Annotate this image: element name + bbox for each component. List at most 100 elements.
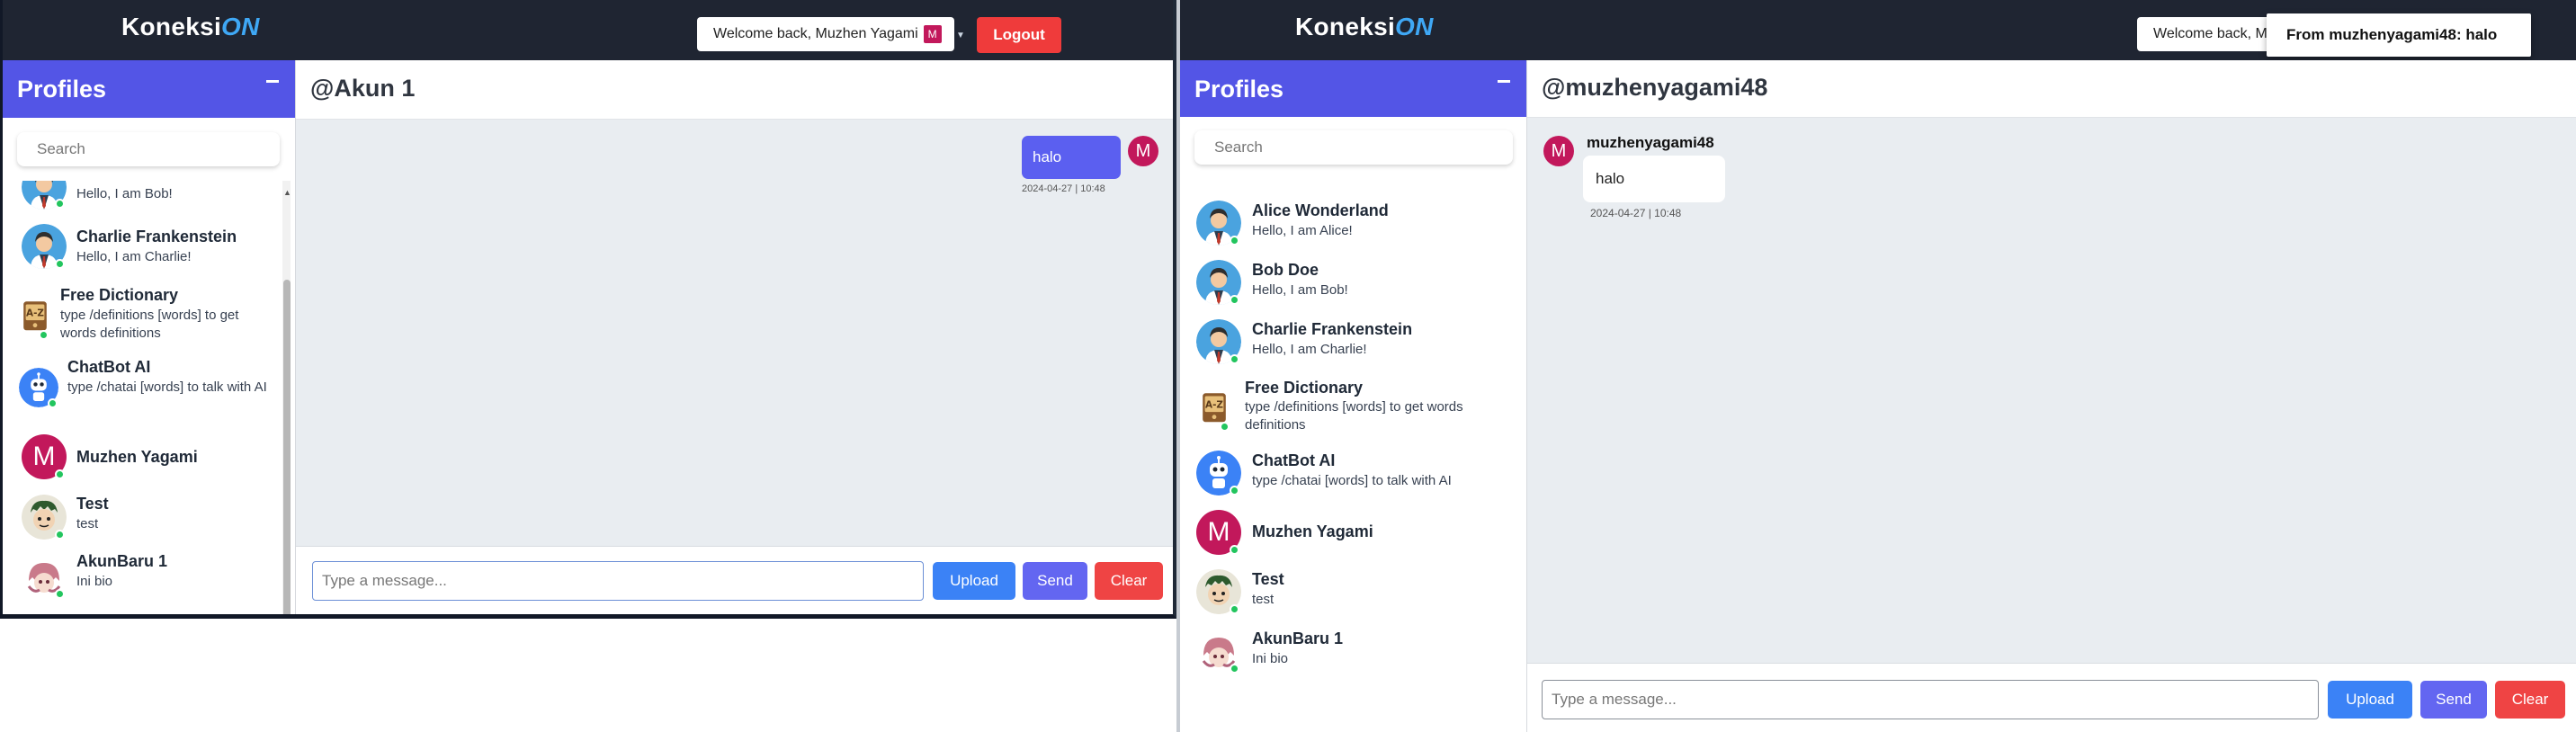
online-status-icon (55, 530, 65, 540)
message-composer: Upload Send Clear (296, 546, 1173, 614)
profile-bio: Hello, I am Charlie! (76, 249, 192, 264)
profile-list: Hello, I am Bob! Charlie Frankenstein He… (3, 181, 282, 614)
profile-item-chatbot-ai[interactable]: ChatBot AI type /chatai [words] to talk … (3, 357, 282, 424)
profile-item-alice[interactable]: Alice Wonderland Hello, I am Alice! (1180, 195, 1527, 251)
sidebar-title: Profiles (17, 76, 107, 103)
brand-koneksi: Koneksi (121, 13, 222, 40)
profile-item-test[interactable]: Test test (3, 490, 282, 544)
scrollbar-thumb[interactable] (283, 280, 291, 614)
profile-list: Alice Wonderland Hello, I am Alice! Bob … (1180, 195, 1527, 732)
chat-title: @muzhenyagami48 (1542, 74, 1768, 101)
profile-name: Charlie Frankenstein (76, 228, 237, 245)
welcome-text: Welcome back, Muzhen Yagami (713, 26, 918, 41)
upload-button[interactable]: Upload (933, 562, 1015, 600)
profile-item-akunbaru-1[interactable]: AkunBaru 1 Ini bio (3, 549, 282, 603)
profile-name: AkunBaru 1 (76, 552, 168, 570)
chat-panel: @muzhenyagami48 M muzhenyagami48 halo 20… (1527, 60, 2576, 732)
profile-item-test[interactable]: Test test (1180, 564, 1527, 620)
profile-bio: Hello, I am Alice! (1252, 223, 1353, 238)
profile-bio: type /definitions [words] to get words d… (1245, 399, 1463, 433)
brand-on: ON (1395, 13, 1434, 40)
profile-bio: type /definitions [words] to get words d… (60, 308, 239, 341)
online-status-icon (1230, 295, 1239, 305)
minimize-icon[interactable] (266, 80, 279, 83)
profile-bio: Hello, I am Bob! (76, 186, 173, 201)
message-input[interactable] (1542, 680, 2319, 719)
clear-button[interactable]: Clear (1095, 562, 1163, 600)
profile-item-free-dictionary[interactable]: Free Dictionary type /definitions [words… (3, 281, 282, 348)
welcome-box[interactable]: Welcome back, Muzhen Yagami M (697, 17, 954, 51)
profile-name: Muzhen Yagami (1252, 522, 1373, 540)
clear-button[interactable]: Clear (2495, 681, 2565, 719)
letter-avatar-icon: M (923, 24, 942, 43)
profile-bio: test (76, 516, 99, 531)
search-input[interactable] (1194, 130, 1513, 165)
chat-header: @muzhenyagami48 (1527, 60, 2576, 118)
send-button[interactable]: Send (1023, 562, 1087, 600)
profile-item-akunbaru-1[interactable]: AkunBaru 1 Ini bio (1180, 623, 1527, 679)
chat-panel: @Akun 1 halo M 2024-04-27 | 10:48 Upload… (296, 60, 1173, 614)
profile-name: Free Dictionary (60, 286, 179, 304)
online-status-icon (55, 259, 65, 269)
profiles-sidebar: Profiles Alice Wonderland Hello, I am Al… (1180, 60, 1527, 732)
minimize-icon[interactable] (1498, 80, 1510, 83)
brand-logo[interactable]: KoneksiON (121, 13, 260, 41)
send-button[interactable]: Send (2420, 681, 2487, 719)
letter-avatar-icon: M (1543, 136, 1574, 166)
sidebar-title: Profiles (1194, 76, 1284, 103)
profile-item-free-dictionary[interactable]: Free Dictionary type /definitions [words… (1180, 373, 1527, 440)
profile-item-charlie[interactable]: Charlie Frankenstein Hello, I am Charlie… (1180, 314, 1527, 370)
message-sender: muzhenyagami48 (1587, 134, 1714, 151)
profile-item-charlie[interactable]: Charlie Frankenstein Hello, I am Charlie… (3, 222, 282, 276)
message-composer: Upload Send Clear (1527, 663, 2576, 732)
message-timestamp: 2024-04-27 | 10:48 (1590, 207, 1682, 219)
online-status-icon (55, 469, 65, 479)
online-status-icon (48, 398, 58, 408)
profile-name: Muzhen Yagami (76, 448, 198, 466)
profile-item-muzhen-yagami[interactable]: M Muzhen Yagami (3, 431, 282, 487)
profile-name: Bob Doe (1252, 261, 1319, 279)
search-input[interactable] (17, 132, 280, 166)
profile-item-chatbot-ai[interactable]: ChatBot AI type /chatai [words] to talk … (1180, 445, 1527, 501)
profile-name: Test (1252, 570, 1284, 588)
profile-name: Free Dictionary (1245, 379, 1364, 397)
message-bubble[interactable]: halo (1022, 136, 1121, 179)
brand-logo[interactable]: KoneksiON (1295, 13, 1434, 41)
online-status-icon (55, 199, 65, 209)
letter-avatar-icon: M (1128, 136, 1158, 166)
profile-name: AkunBaru 1 (1252, 629, 1344, 647)
left-browser-window: KoneksiON Welcome back, Muzhen Yagami M ▼… (0, 0, 1176, 619)
scroll-up-icon[interactable]: ▲ (283, 188, 291, 197)
profile-name: ChatBot AI (1252, 451, 1336, 469)
message-input[interactable] (312, 561, 924, 601)
profile-bio: Hello, I am Bob! (1252, 282, 1348, 298)
online-status-icon (55, 589, 65, 599)
profile-bio: type /chatai [words] to talk with AI (1252, 473, 1452, 488)
upload-button[interactable]: Upload (2328, 681, 2412, 719)
online-status-icon (39, 330, 49, 340)
brand-koneksi: Koneksi (1295, 13, 1396, 40)
message-timestamp: 2024-04-27 | 10:48 (1022, 183, 1105, 194)
profile-item-bob[interactable]: Hello, I am Bob! (3, 181, 282, 210)
top-navbar: KoneksiON Welcome back, Muzhen Yagami M ▼… (3, 0, 1173, 60)
profile-bio: Ini bio (1252, 651, 1289, 666)
online-status-icon (1230, 236, 1239, 245)
online-status-icon (1230, 664, 1239, 674)
chevron-down-icon[interactable]: ▼ (956, 31, 965, 40)
notification-toast[interactable]: From muzhenyagami48: halo (2267, 13, 2531, 57)
online-status-icon (1230, 354, 1239, 364)
profile-bio: type /chatai [words] to talk with AI (67, 379, 267, 395)
online-status-icon (1220, 422, 1230, 432)
online-status-icon (1230, 545, 1239, 555)
chat-title: @Akun 1 (310, 75, 416, 102)
profile-name: Test (76, 495, 109, 513)
message-bubble[interactable]: halo (1583, 156, 1725, 202)
profile-item-muzhen-yagami[interactable]: M Muzhen Yagami (1180, 504, 1527, 560)
chat-header: @Akun 1 (296, 60, 1173, 120)
logout-button[interactable]: Logout (977, 17, 1061, 53)
profiles-sidebar: Profiles Hello, I am Bob! Charlie Franke… (3, 60, 296, 614)
online-status-icon (1230, 486, 1239, 495)
profile-item-bob[interactable]: Bob Doe Hello, I am Bob! (1180, 254, 1527, 310)
profile-bio: Hello, I am Charlie! (1252, 342, 1367, 357)
online-status-icon (1230, 604, 1239, 614)
